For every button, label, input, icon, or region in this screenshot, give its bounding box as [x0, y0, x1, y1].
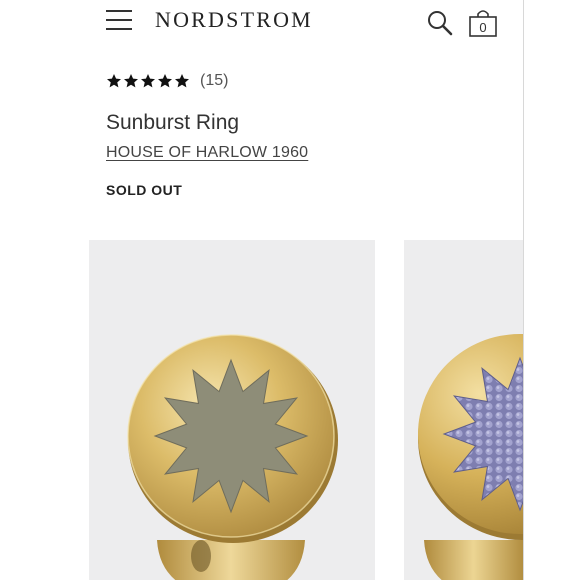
star-icon: [124, 74, 138, 88]
product-title: Sunburst Ring: [106, 111, 240, 134]
ring-lavender-image: [418, 334, 523, 580]
review-count[interactable]: (15): [200, 72, 228, 90]
product-image-lavender[interactable]: [404, 240, 523, 580]
search-icon[interactable]: [426, 9, 454, 37]
sold-out-status: SOLD OUT: [106, 182, 183, 198]
shopping-bag-icon[interactable]: 0: [468, 9, 498, 37]
bag-count: 0: [479, 20, 487, 35]
page-edge-divider: [523, 0, 524, 580]
star-icon: [158, 74, 172, 88]
ring-olive-image: [127, 334, 338, 580]
hamburger-menu-icon[interactable]: [106, 10, 132, 32]
product-image-olive[interactable]: [89, 240, 375, 580]
nordstrom-logo[interactable]: NORDSTROM: [155, 7, 313, 33]
brand-link[interactable]: HOUSE OF HARLOW 1960: [106, 144, 308, 162]
product-rating[interactable]: (15): [106, 70, 228, 92]
header: NORDSTROM 0: [0, 0, 580, 44]
star-icon: [107, 74, 121, 88]
star-rating: [106, 73, 190, 89]
star-icon: [175, 74, 189, 88]
star-icon: [141, 74, 155, 88]
